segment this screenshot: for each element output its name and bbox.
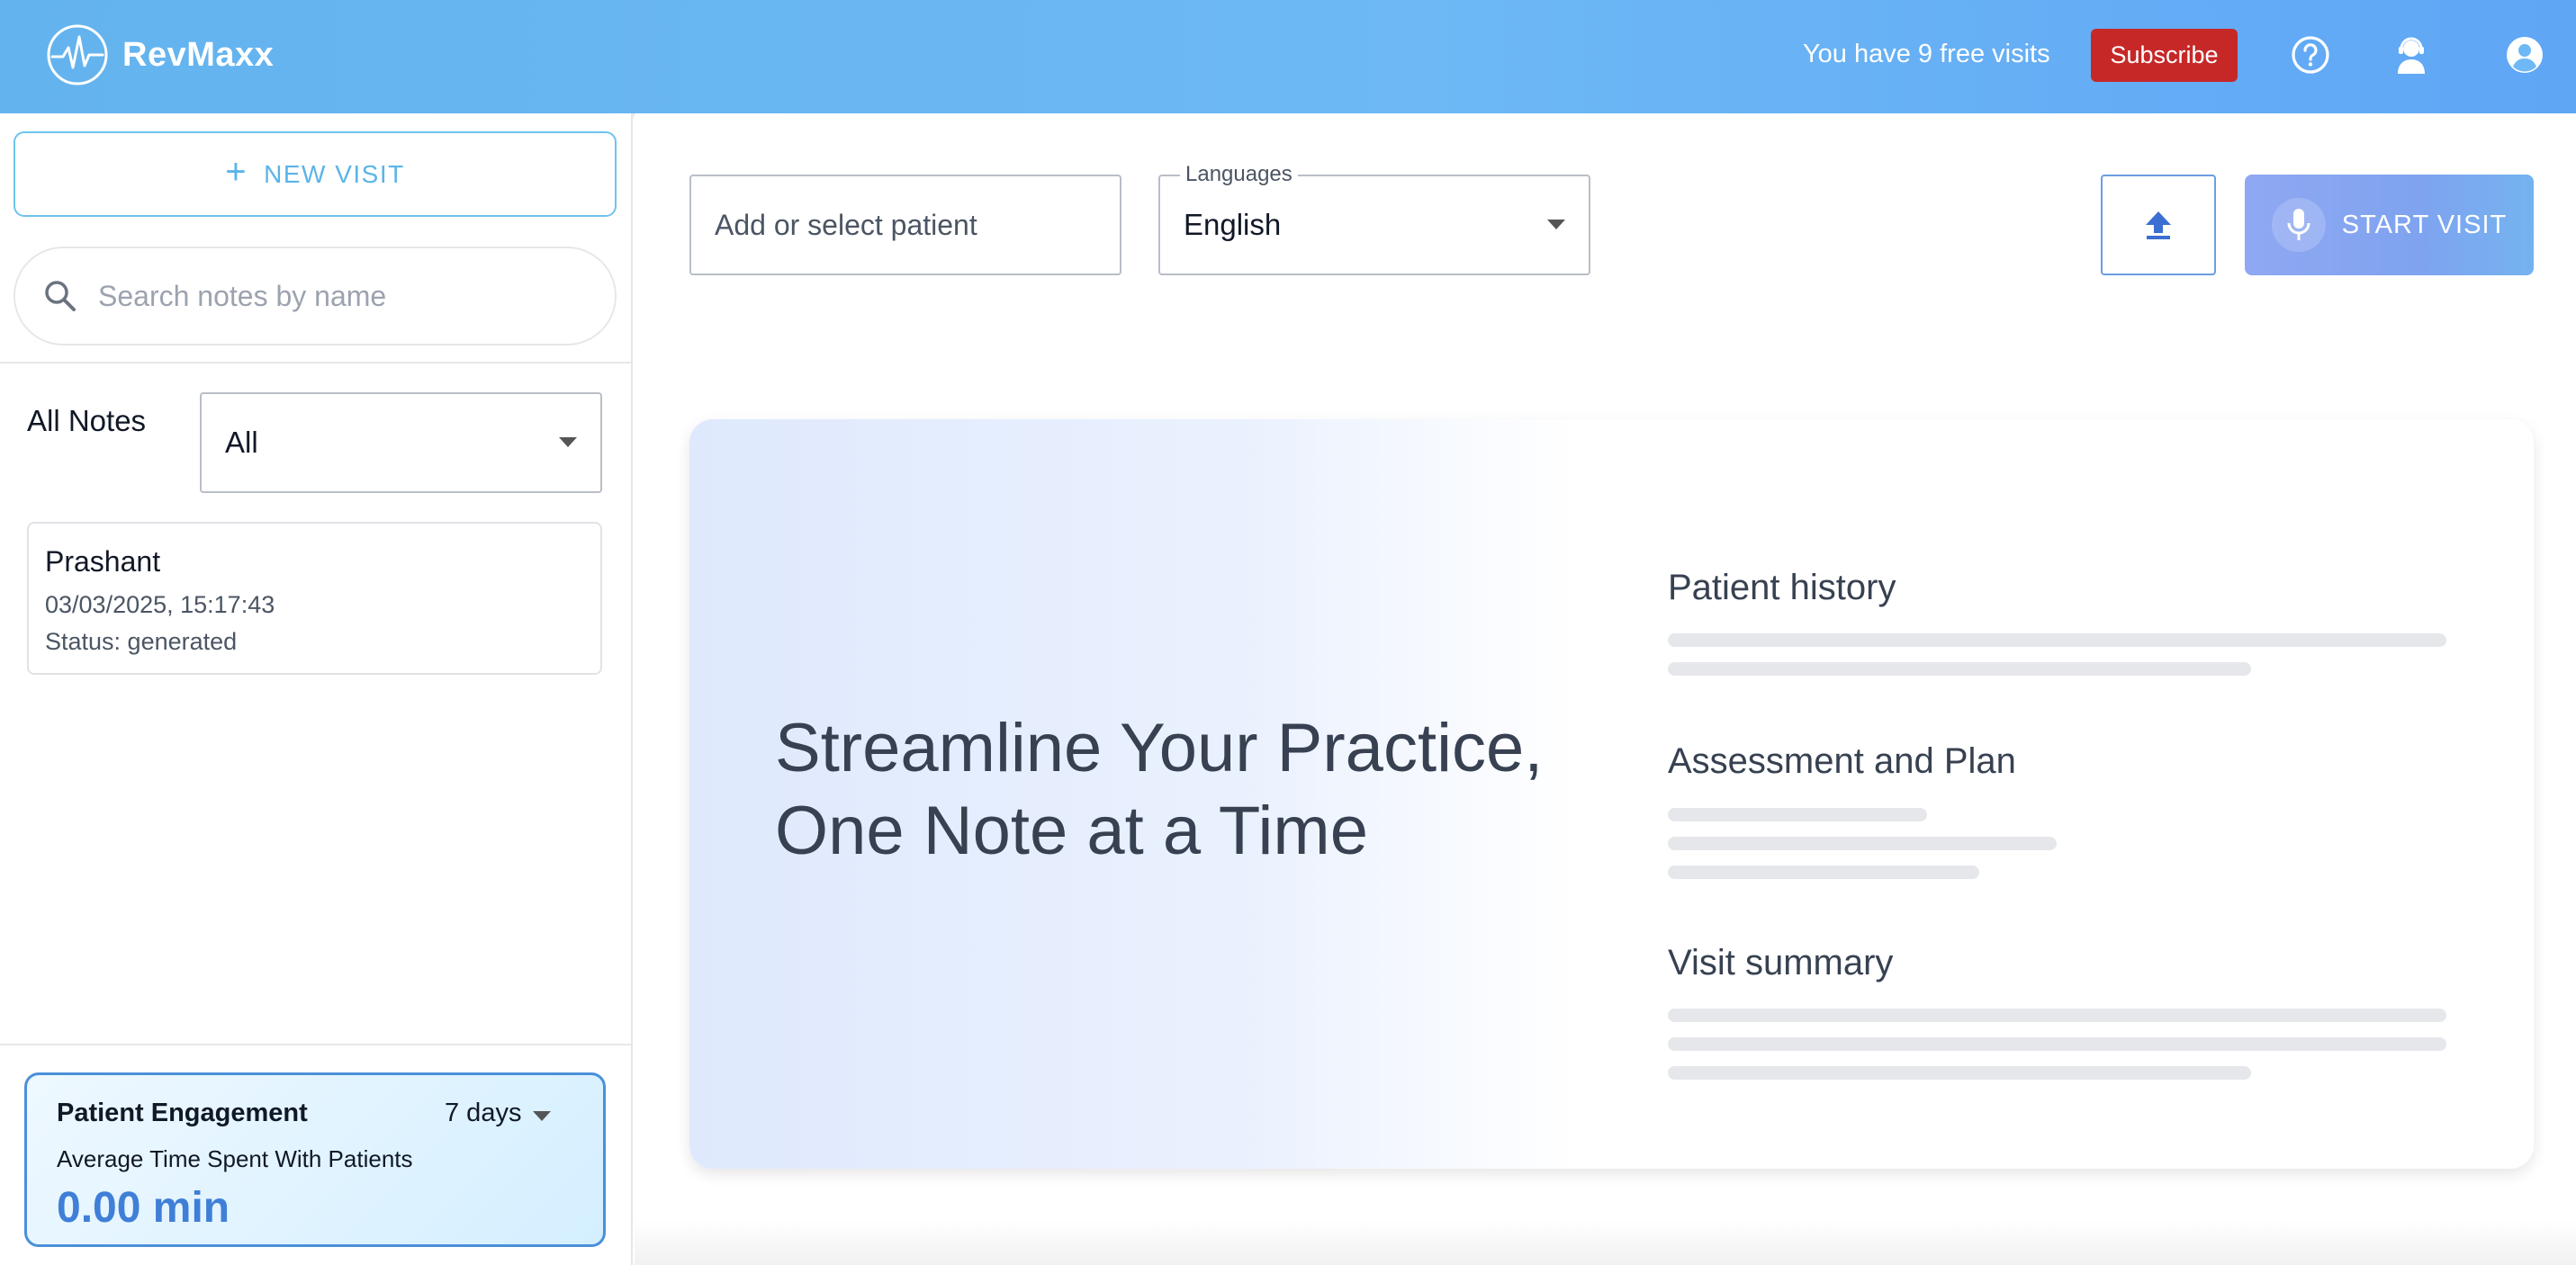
support-agent-icon[interactable] [2391, 34, 2432, 76]
dropdown-arrow-icon [559, 437, 577, 447]
notes-filter-value: All [225, 426, 258, 459]
engagement-subtitle: Average Time Spent With Patients [57, 1145, 413, 1172]
brand-name: RevMaxx [122, 35, 275, 74]
section-title-assessment-plan: Assessment and Plan [1668, 741, 2016, 781]
skeleton-line [1668, 1009, 2446, 1022]
skeleton-line [1668, 866, 1979, 879]
skeleton-line [1668, 1066, 2251, 1080]
plus-icon: + [225, 152, 248, 192]
start-visit-button[interactable]: START VISIT [2245, 175, 2534, 275]
section-title-patient-history: Patient history [1668, 568, 1896, 607]
engagement-value: 0.00 min [57, 1184, 230, 1232]
sidebar-divider [0, 1044, 633, 1045]
hero-heading: Streamline Your Practice, One Note at a … [775, 707, 1543, 873]
free-visits-text: You have 9 free visits [1803, 40, 2050, 68]
help-icon[interactable] [2290, 34, 2331, 76]
brand-logo[interactable]: RevMaxx [45, 22, 274, 87]
note-list-item[interactable]: Prashant 03/03/2025, 15:17:43 Status: ge… [27, 522, 602, 675]
bottom-shadow [635, 1220, 2576, 1265]
main-content: Languages English START VISIT Streamline… [635, 113, 2576, 1265]
language-select-label: Languages [1180, 162, 1298, 187]
language-select[interactable]: Languages English [1158, 162, 1590, 275]
note-status: Status: generated [45, 628, 238, 655]
engagement-range-select[interactable]: 7 days [445, 1099, 521, 1128]
patient-engagement-card: Patient Engagement 7 days Average Time S… [24, 1072, 606, 1247]
note-patient-name: Prashant [45, 545, 161, 578]
microphone-icon [2271, 198, 2326, 252]
new-visit-label: NEW VISIT [264, 159, 405, 188]
skeleton-line [1668, 808, 1927, 821]
skeleton-line [1668, 633, 2446, 647]
search-notes-input[interactable] [98, 279, 566, 313]
language-select-value: English [1184, 208, 1282, 241]
skeleton-line [1668, 837, 2057, 850]
upload-button[interactable] [2101, 175, 2216, 275]
subscribe-button[interactable]: Subscribe [2091, 29, 2238, 82]
top-app-bar: RevMaxx You have 9 free visits Subscribe [0, 0, 2576, 113]
hero-heading-line: Streamline Your Practice, [775, 710, 1544, 786]
sidebar: + NEW VISIT All Notes All Prashant 03/03… [0, 113, 633, 1265]
note-timestamp: 03/03/2025, 15:17:43 [45, 591, 275, 618]
skeleton-line [1668, 1037, 2446, 1051]
hero-heading-line: One Note at a Time [775, 793, 1368, 869]
dropdown-arrow-icon[interactable] [533, 1111, 551, 1121]
new-visit-button[interactable]: + NEW VISIT [14, 131, 617, 217]
search-notes-box[interactable] [14, 247, 617, 345]
start-visit-label: START VISIT [2341, 210, 2508, 239]
skeleton-line [1668, 662, 2251, 676]
search-icon [45, 281, 76, 311]
upload-icon [2146, 211, 2171, 239]
patient-select-input[interactable] [689, 175, 1121, 275]
section-title-visit-summary: Visit summary [1668, 943, 1894, 982]
account-icon[interactable] [2504, 34, 2545, 76]
notes-filter-label: All Notes [27, 404, 147, 437]
notes-filter-select[interactable]: All [200, 392, 602, 493]
engagement-title: Patient Engagement [57, 1099, 308, 1127]
dropdown-arrow-icon [1547, 220, 1565, 229]
hero-banner: Streamline Your Practice, One Note at a … [689, 419, 2534, 1169]
sidebar-divider [0, 362, 633, 363]
heartbeat-logo-icon [47, 24, 108, 85]
